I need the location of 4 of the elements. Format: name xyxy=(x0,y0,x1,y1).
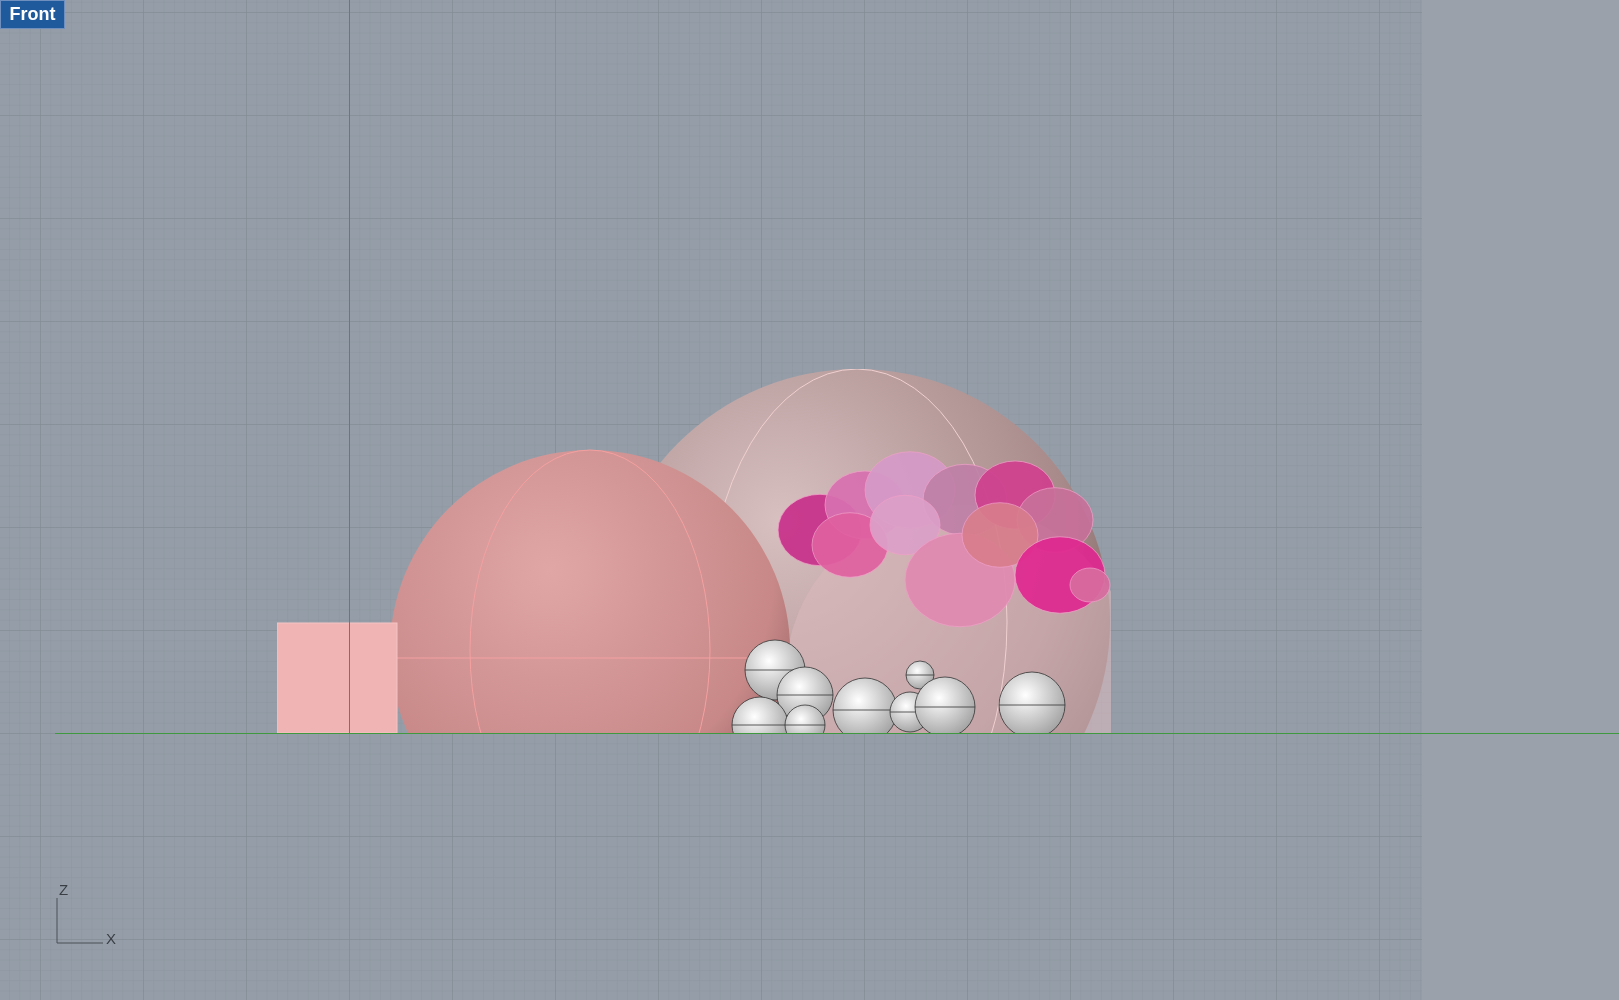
x-axis-label: X xyxy=(106,931,116,946)
viewport-label[interactable]: Front xyxy=(0,0,65,29)
z-axis-label: Z xyxy=(59,882,69,897)
axis-icon xyxy=(56,898,104,944)
